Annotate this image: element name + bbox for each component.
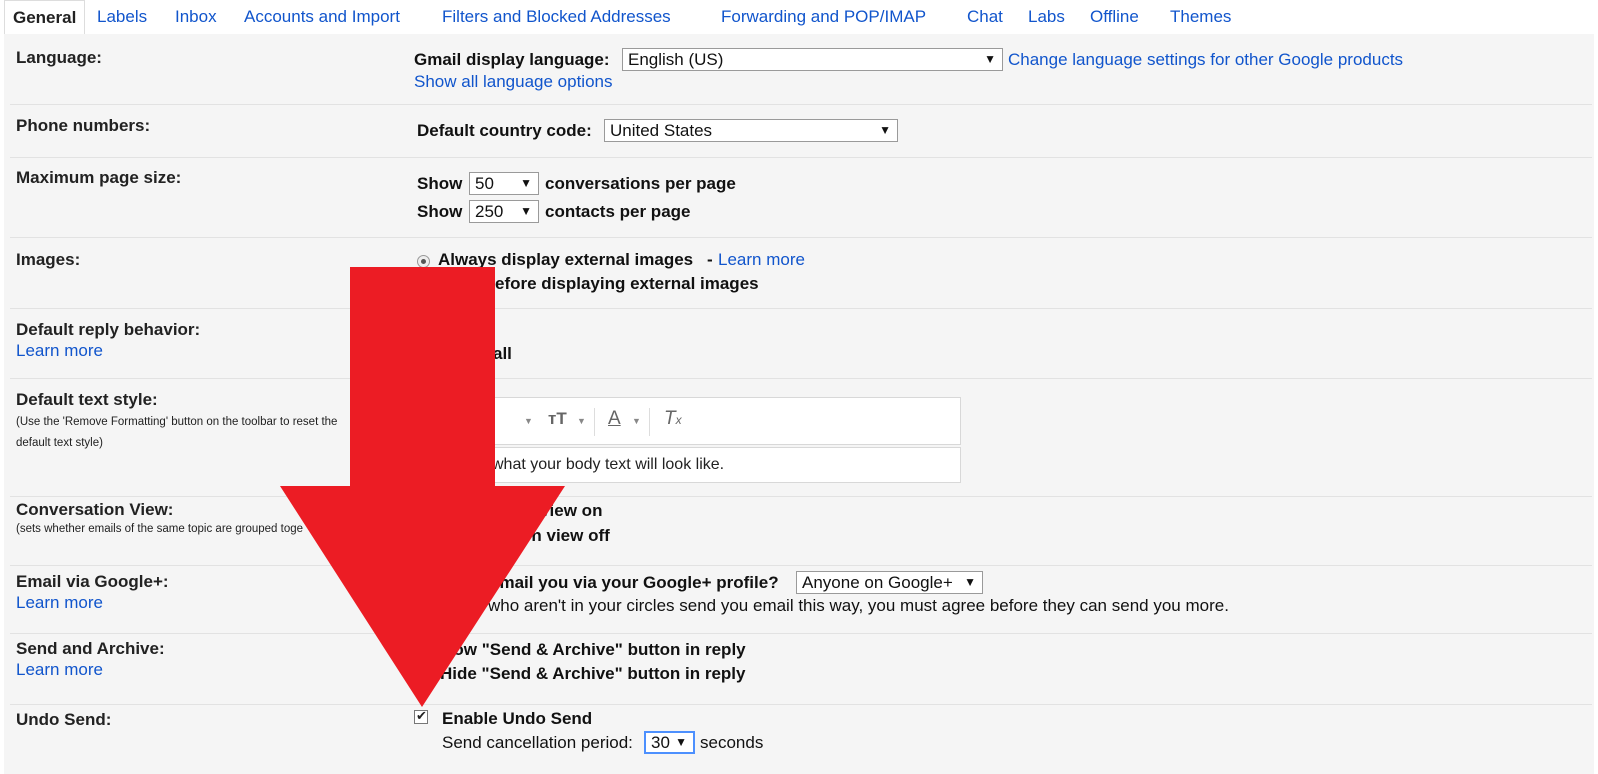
text-size-icon[interactable]: ᴛT: [548, 409, 567, 429]
always-display-images-label: Always display external images: [438, 250, 694, 269]
phone-numbers-label: Phone numbers:: [16, 116, 151, 135]
chevron-down-icon: ▼: [577, 416, 586, 426]
show-label: Show: [417, 174, 463, 193]
google-plus-question: email you via your Google+ profile?: [490, 573, 779, 592]
row-divider: [10, 378, 1592, 379]
dropdown-icon: ▼: [520, 204, 532, 218]
send-archive-label: Send and Archive:: [16, 639, 165, 658]
hide-send-archive-label: Hide "Send & Archive" button in reply: [440, 664, 746, 683]
dropdown-icon: ▼: [520, 176, 532, 190]
always-display-images-radio[interactable]: [417, 255, 430, 268]
dash-separator: -: [707, 250, 713, 269]
conversation-view-label: Conversation View:: [16, 500, 174, 519]
dropdown-icon: ▼: [964, 575, 976, 589]
text-style-preview: what your body text will look like.: [411, 447, 961, 483]
conversation-view-note: (sets whether emails of the same topic a…: [16, 523, 304, 535]
language-label: Language:: [16, 48, 102, 67]
tab-inbox[interactable]: Inbox: [175, 7, 217, 27]
show-all-language-link[interactable]: Show all language options: [414, 72, 612, 92]
tab-offline[interactable]: Offline: [1090, 7, 1139, 27]
row-divider: [10, 565, 1592, 566]
images-label: Images:: [16, 250, 81, 269]
send-archive-learn-more-link[interactable]: Learn more: [16, 660, 103, 680]
tab-themes[interactable]: Themes: [1170, 7, 1231, 27]
conversations-per-page-label: conversations per page: [545, 174, 736, 193]
row-divider: [10, 633, 1592, 634]
display-language-select[interactable]: English (US) ▼: [622, 48, 1003, 71]
ask-before-images-label: efore displaying external images: [495, 274, 759, 293]
checkmark-icon: ✔: [416, 708, 427, 723]
conversation-view-on-label: n view on: [525, 501, 603, 520]
chevron-down-icon: ▼: [524, 416, 533, 426]
dropdown-icon: ▼: [675, 735, 687, 749]
cancellation-period-label: Send cancellation period:: [442, 733, 633, 752]
images-learn-more-link[interactable]: Learn more: [718, 250, 805, 270]
country-code-select[interactable]: United States ▼: [604, 119, 898, 142]
text-style-note: (Use the 'Remove Formatting' button on t…: [16, 416, 338, 449]
enable-undo-send-checkbox[interactable]: ✔: [414, 708, 428, 724]
display-language-label: Gmail display language:: [414, 50, 610, 69]
row-divider: [10, 704, 1592, 705]
google-plus-note: who aren't in your circles send you emai…: [488, 596, 1229, 615]
settings-tabs: General Labels Inbox Accounts and Import…: [0, 0, 1598, 35]
font-family-select[interactable]: rif: [472, 411, 485, 428]
contacts-per-page-select[interactable]: 250 ▼: [469, 200, 539, 223]
dropdown-icon: ▼: [984, 52, 996, 66]
dropdown-icon: ▼: [879, 123, 891, 137]
cancellation-period-select[interactable]: 30 ▼: [644, 731, 695, 754]
text-color-icon[interactable]: A: [608, 408, 621, 430]
undo-send-label: Undo Send:: [16, 710, 112, 729]
tab-general[interactable]: General: [4, 0, 86, 35]
enable-undo-send-label: Enable Undo Send: [442, 709, 593, 728]
seconds-label: seconds: [700, 733, 764, 752]
row-divider: [10, 237, 1592, 238]
row-divider: [10, 496, 1592, 497]
tab-labs[interactable]: Labs: [1028, 7, 1065, 27]
google-plus-learn-more-link[interactable]: Learn more: [16, 593, 103, 613]
text-style-label: Default text style:: [16, 390, 158, 409]
chevron-down-icon: ▼: [632, 416, 641, 426]
row-divider: [10, 308, 1592, 309]
contacts-per-page-label: contacts per page: [545, 202, 691, 221]
reply-behavior-label: Default reply behavior:: [16, 320, 201, 339]
tab-accounts-and-import[interactable]: Accounts and Import: [244, 7, 400, 27]
conversations-per-page-select[interactable]: 50 ▼: [469, 172, 539, 195]
tab-filters[interactable]: Filters and Blocked Addresses: [442, 7, 671, 27]
google-plus-select[interactable]: Anyone on Google+ ▼: [796, 571, 983, 594]
formatting-toolbar: rif ▼ ᴛT ▼ A ▼ Tx: [411, 397, 961, 445]
show-send-archive-label: how "Send & Archive" button in reply: [443, 640, 746, 659]
tab-forwarding[interactable]: Forwarding and POP/IMAP: [721, 7, 926, 27]
page-size-label: Maximum page size:: [16, 168, 182, 187]
country-code-label: Default country code:: [417, 121, 592, 140]
show-label: Show: [417, 202, 463, 221]
change-language-link[interactable]: Change language settings for other Googl…: [1008, 50, 1403, 70]
tab-chat[interactable]: Chat: [967, 7, 1003, 27]
reply-all-label: all: [493, 344, 512, 363]
conversation-view-off-label: on view off: [521, 526, 610, 545]
google-plus-label: Email via Google+:: [16, 572, 169, 591]
reply-learn-more-link[interactable]: Learn more: [16, 341, 103, 361]
remove-formatting-icon[interactable]: Tx: [664, 408, 682, 430]
row-divider: [10, 157, 1592, 158]
tab-labels[interactable]: Labels: [97, 7, 147, 27]
row-divider: [10, 104, 1592, 105]
